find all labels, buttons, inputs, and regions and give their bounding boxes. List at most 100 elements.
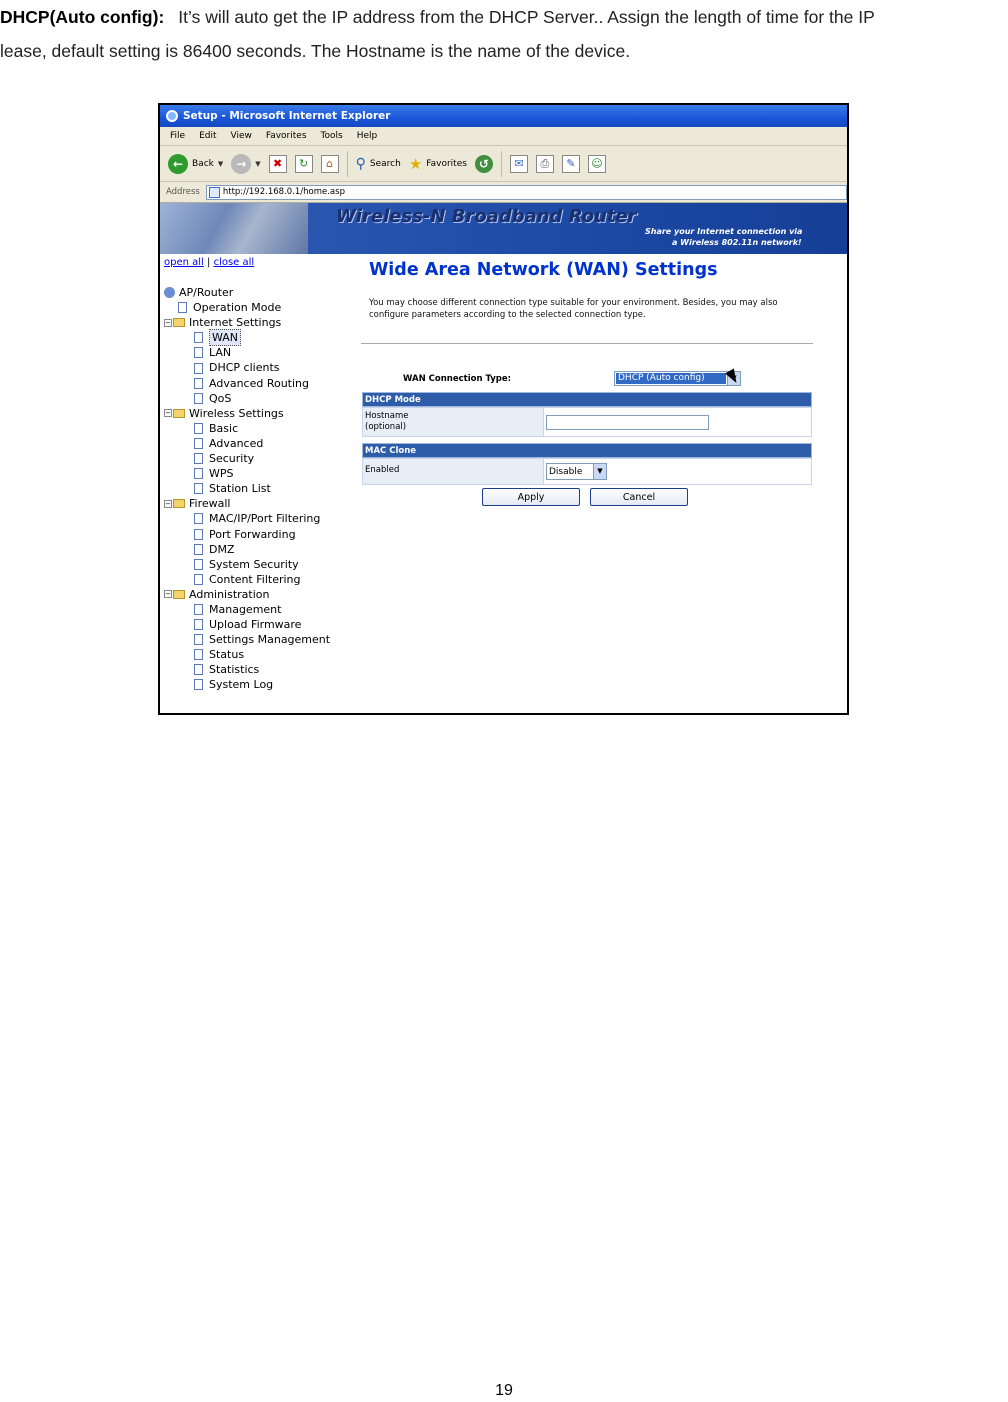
- tree-item-station-list[interactable]: Station List: [164, 481, 330, 496]
- tree-item-dmz[interactable]: DMZ: [164, 542, 330, 557]
- edit-icon[interactable]: ✎: [561, 154, 580, 173]
- page-icon: [194, 513, 203, 525]
- page-icon: [194, 558, 203, 570]
- address-input[interactable]: http://192.168.0.1/home.asp: [205, 184, 847, 200]
- connection-type-select[interactable]: DHCP (Auto config) ▼: [614, 371, 741, 386]
- stop-icon[interactable]: ✖: [268, 154, 287, 173]
- search-icon: ⚲: [355, 155, 366, 172]
- tree-item-qos[interactable]: QoS: [164, 391, 330, 406]
- enabled-field-cell: Disable ▼: [544, 459, 811, 484]
- tree-item-label: QoS: [209, 391, 232, 405]
- tree-folder-administration[interactable]: − Administration: [164, 587, 330, 602]
- menu-favorites[interactable]: Favorites: [266, 131, 307, 141]
- messenger-icon[interactable]: ☺: [587, 154, 606, 173]
- menu-file[interactable]: File: [170, 131, 185, 141]
- page-icon: [178, 302, 187, 314]
- tree-item-security[interactable]: Security: [164, 451, 330, 466]
- tree-root[interactable]: AP/Router: [164, 285, 330, 300]
- tree-item-label: DMZ: [209, 542, 235, 556]
- tree-item-basic[interactable]: Basic: [164, 421, 330, 436]
- collapse-icon: −: [164, 590, 172, 599]
- mac-clone-value: Disable: [549, 466, 583, 477]
- tree-item-label: Statistics: [209, 663, 260, 677]
- divider: [361, 343, 813, 344]
- hostname-input[interactable]: [546, 414, 709, 430]
- hostname-optional-text: (optional): [365, 422, 407, 432]
- page-icon: [194, 649, 203, 661]
- page-title: Wide Area Network (WAN) Settings: [369, 260, 718, 280]
- chevron-down-icon: ▼: [593, 464, 606, 479]
- tree-item-content-filtering[interactable]: Content Filtering: [164, 572, 330, 587]
- address-value: http://192.168.0.1/home.asp: [222, 187, 345, 197]
- menu-help[interactable]: Help: [357, 131, 378, 141]
- toolbar-divider: [500, 150, 502, 177]
- router-banner: Wireless-N Broadband Router Share your I…: [160, 203, 847, 254]
- tree-item-settings-management[interactable]: Settings Management: [164, 632, 330, 647]
- tree-item-port-forwarding[interactable]: Port Forwarding: [164, 527, 330, 542]
- banner-tagline-1: Share your Internet connection via: [645, 227, 803, 236]
- favorites-label: Favorites: [426, 158, 467, 169]
- cancel-button[interactable]: Cancel: [590, 488, 688, 506]
- tree-folder-internet[interactable]: − Internet Settings: [164, 315, 330, 330]
- tree-item-management[interactable]: Management: [164, 602, 330, 617]
- tree-folder-wireless[interactable]: − Wireless Settings: [164, 406, 330, 421]
- intro-paragraph: DHCP(Auto config): It’s will auto get the…: [0, 0, 1008, 68]
- page-icon: [194, 437, 203, 449]
- apply-button[interactable]: Apply: [482, 488, 580, 506]
- dhcp-mode-table: DHCP Mode Hostname (optional): [362, 392, 812, 437]
- menu-edit[interactable]: Edit: [199, 131, 216, 141]
- page-icon: [194, 619, 203, 631]
- hostname-label-text: Hostname: [365, 411, 409, 421]
- tree-item-advanced[interactable]: Advanced: [164, 436, 330, 451]
- tree-item-mac-ip-port-filtering[interactable]: MAC/IP/Port Filtering: [164, 511, 330, 526]
- menu-bar: File Edit View Favorites Tools Help: [160, 127, 847, 146]
- back-button[interactable]: ← Back ▼: [168, 153, 223, 174]
- tree-item-wan[interactable]: WAN: [164, 329, 330, 347]
- page-icon: [194, 634, 203, 646]
- history-icon[interactable]: ↺: [474, 154, 493, 173]
- tree-folder-label: Firewall: [189, 497, 231, 511]
- folder-icon: [173, 318, 185, 328]
- favorites-button[interactable]: ★ Favorites: [409, 155, 467, 173]
- tree-item-lan[interactable]: LAN: [164, 345, 330, 360]
- mail-icon[interactable]: ✉: [509, 154, 528, 173]
- banner-photo: [160, 203, 308, 254]
- tree-item-upload-firmware[interactable]: Upload Firmware: [164, 617, 330, 632]
- mac-clone-select[interactable]: Disable ▼: [546, 463, 607, 480]
- close-all-link[interactable]: close all: [214, 257, 255, 268]
- nav-tree: AP/Router Operation Mode − Internet Setti…: [164, 285, 330, 693]
- forward-button[interactable]: → ▼: [231, 153, 261, 174]
- print-icon[interactable]: ⎙: [535, 154, 554, 173]
- collapse-icon: −: [164, 318, 172, 327]
- connection-type-label: WAN Connection Type:: [403, 374, 512, 384]
- search-button[interactable]: ⚲ Search: [356, 156, 401, 172]
- tree-item-system-security[interactable]: System Security: [164, 557, 330, 572]
- tree-item-operation-mode[interactable]: Operation Mode: [164, 300, 330, 315]
- back-label: Back: [192, 158, 214, 169]
- back-arrow-icon: ←: [168, 153, 188, 174]
- menu-view[interactable]: View: [231, 131, 252, 141]
- search-label: Search: [369, 158, 401, 169]
- menu-tools[interactable]: Tools: [321, 131, 343, 141]
- page-icon: [194, 664, 203, 676]
- address-bar: Address http://192.168.0.1/home.asp: [160, 182, 847, 203]
- tree-item-advanced-routing[interactable]: Advanced Routing: [164, 376, 330, 391]
- tree-item-statistics[interactable]: Statistics: [164, 662, 330, 677]
- refresh-icon[interactable]: ↻: [294, 154, 313, 173]
- tree-item-dhcp-clients[interactable]: DHCP clients: [164, 360, 330, 375]
- tree-item-status[interactable]: Status: [164, 647, 330, 662]
- browser-screenshot: Setup - Microsoft Internet Explorer File…: [158, 103, 849, 715]
- tree-folder-firewall[interactable]: − Firewall: [164, 496, 330, 511]
- tree-item-label: Station List: [209, 482, 271, 496]
- tree-folder-label: Wireless Settings: [189, 406, 284, 420]
- tree-folder-label: Administration: [189, 587, 270, 601]
- page-icon: [194, 573, 203, 585]
- folder-icon: [173, 408, 185, 418]
- page-icon: [194, 362, 203, 374]
- home-icon[interactable]: ⌂: [320, 154, 339, 173]
- toolbar-divider: [346, 150, 348, 177]
- tree-item-system-log[interactable]: System Log: [164, 677, 330, 692]
- star-icon: ★: [408, 154, 423, 173]
- tree-item-wps[interactable]: WPS: [164, 466, 330, 481]
- open-all-link[interactable]: open all: [164, 257, 204, 268]
